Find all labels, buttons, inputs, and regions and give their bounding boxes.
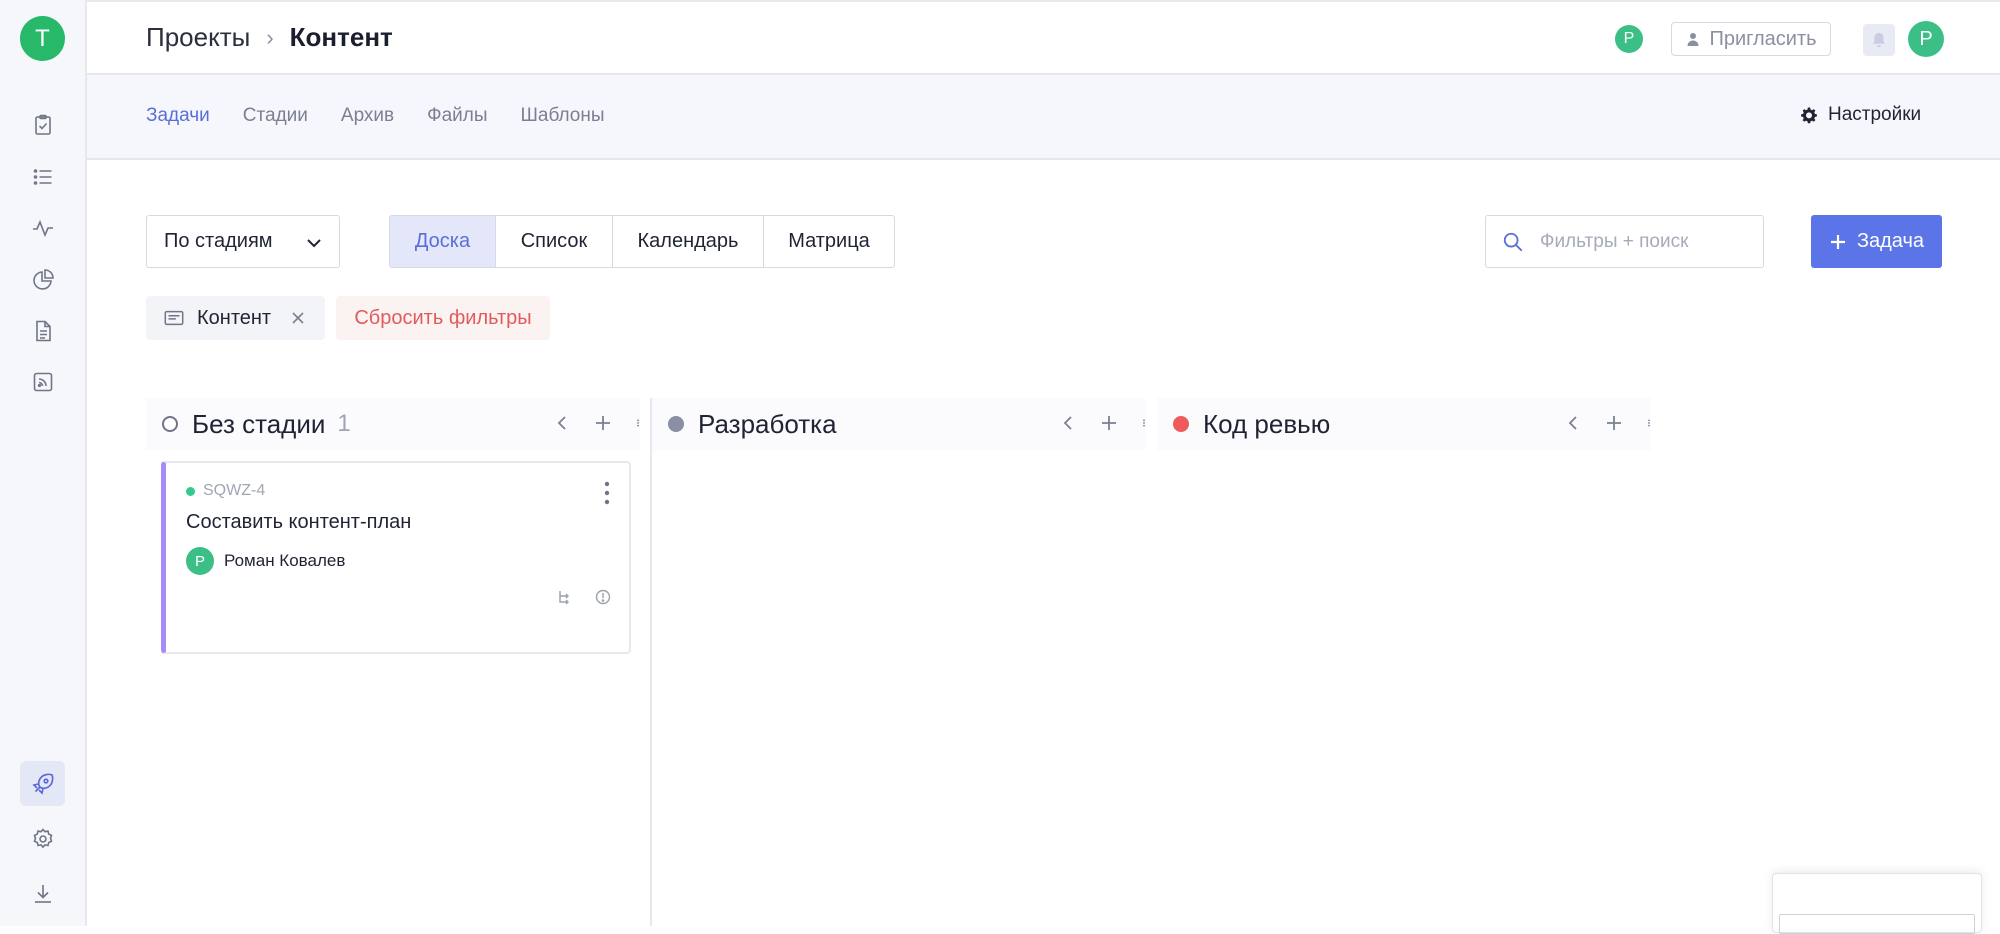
stage-dot	[1173, 416, 1189, 432]
more-vertical-icon[interactable]	[1140, 414, 1148, 432]
project-member-avatar[interactable]: Р	[1615, 25, 1643, 53]
column-title: Разработка	[698, 408, 837, 439]
plus-icon[interactable]	[1605, 414, 1623, 432]
plus-icon[interactable]	[594, 414, 612, 432]
tab-templates[interactable]: Шаблоны	[521, 105, 605, 127]
user-icon	[1687, 33, 1699, 46]
more-vertical-icon[interactable]	[1645, 414, 1653, 432]
tab-files[interactable]: Файлы	[427, 105, 487, 127]
column-tools	[1565, 414, 1653, 432]
assignee-name: Роман Ковалев	[224, 551, 346, 570]
column-title: Без стадии	[192, 408, 326, 439]
column-tools	[554, 414, 642, 432]
task-title[interactable]: Составить контент-план	[186, 511, 411, 534]
tab-archive[interactable]: Архив	[341, 105, 394, 127]
download-icon[interactable]	[28, 879, 58, 909]
close-icon[interactable]	[291, 311, 305, 325]
group-by-value: По стадиям	[164, 230, 273, 252]
workspace-logo[interactable]: T	[20, 16, 65, 61]
task-id-label: SQWZ-4	[203, 482, 266, 499]
board-column: Код ревью	[1157, 398, 1651, 926]
chevron-right-icon: ›	[266, 24, 274, 50]
group-by-select[interactable]: По стадиям	[146, 215, 340, 268]
feed-icon[interactable]	[28, 367, 58, 397]
gear-icon	[1801, 107, 1817, 124]
chevron-left-icon[interactable]	[554, 414, 572, 432]
search-input[interactable]: Фильтры + поиск	[1485, 215, 1764, 268]
task-id: SQWZ-4	[186, 482, 265, 500]
settings-label: Настройки	[1828, 104, 1922, 125]
more-vertical-icon[interactable]	[634, 414, 642, 432]
stage-dot	[668, 416, 684, 432]
bottom-corner-popup[interactable]	[1772, 873, 1982, 934]
column-tools	[1060, 414, 1148, 432]
assignee-avatar: Р	[186, 547, 214, 575]
more-vertical-icon[interactable]	[603, 481, 611, 505]
stage-dot	[162, 416, 178, 432]
task-card[interactable]: SQWZ-4 Составить контент-план Р Роман Ко…	[161, 461, 631, 654]
chevron-left-icon[interactable]	[1060, 414, 1078, 432]
info-icon[interactable]	[595, 589, 611, 605]
activity-icon[interactable]	[28, 213, 58, 243]
bell-icon[interactable]	[1863, 24, 1895, 56]
subtask-icon[interactable]	[557, 589, 573, 605]
popup-input[interactable]	[1779, 914, 1975, 934]
project-tabs: Задачи Стадии Архив Файлы Шаблоны	[146, 105, 605, 127]
add-task-button[interactable]: Задача	[1811, 215, 1942, 268]
reset-filters-button[interactable]: Сбросить фильтры	[336, 296, 550, 340]
task-assignee[interactable]: Р Роман Ковалев	[186, 547, 345, 575]
project-subnav: Задачи Стадии Архив Файлы Шаблоны Настро…	[87, 75, 2000, 160]
plus-icon[interactable]	[1100, 414, 1118, 432]
plus-icon	[1830, 234, 1845, 249]
search-placeholder: Фильтры + поиск	[1540, 230, 1689, 252]
board-column: Разработка	[652, 398, 1146, 926]
view-calendar-button[interactable]: Календарь	[613, 216, 764, 267]
tasks-icon[interactable]	[28, 110, 58, 140]
breadcrumb: Проекты › Контент	[146, 22, 393, 53]
filter-chip-label: Контент	[197, 306, 272, 329]
document-icon[interactable]	[28, 316, 58, 346]
column-title: Код ревью	[1203, 408, 1331, 439]
rocket-icon[interactable]	[20, 761, 65, 806]
tab-stages[interactable]: Стадии	[243, 105, 308, 127]
tab-tasks[interactable]: Задачи	[146, 105, 210, 127]
top-header: Проекты › Контент Р Пригласить Р	[87, 2, 2000, 75]
settings-button[interactable]: Настройки	[1800, 104, 1921, 126]
invite-label: Пригласить	[1709, 27, 1817, 50]
chevron-down-icon	[307, 239, 321, 248]
view-list-button[interactable]: Список	[496, 216, 613, 267]
chart-pie-icon[interactable]	[28, 265, 58, 295]
user-avatar[interactable]: Р	[1908, 21, 1944, 57]
list-icon[interactable]	[28, 162, 58, 192]
invite-button[interactable]: Пригласить	[1671, 22, 1831, 56]
breadcrumb-projects-link[interactable]: Проекты	[146, 22, 250, 53]
project-icon	[164, 310, 184, 326]
page-title: Контент	[289, 22, 393, 52]
column-count: 1	[337, 410, 351, 437]
gear-icon[interactable]	[28, 824, 58, 854]
add-task-label: Задача	[1856, 230, 1925, 252]
project-filter-chip[interactable]: Контент	[146, 296, 325, 340]
view-switcher: Доска Список Календарь Матрица	[389, 215, 895, 268]
view-board-button[interactable]: Доска	[390, 216, 496, 267]
search-icon	[1503, 232, 1523, 252]
sidebar: T	[0, 0, 87, 926]
card-footer-icons	[557, 589, 611, 605]
status-dot	[186, 486, 195, 496]
chevron-left-icon[interactable]	[1565, 414, 1583, 432]
view-matrix-button[interactable]: Матрица	[764, 216, 894, 267]
